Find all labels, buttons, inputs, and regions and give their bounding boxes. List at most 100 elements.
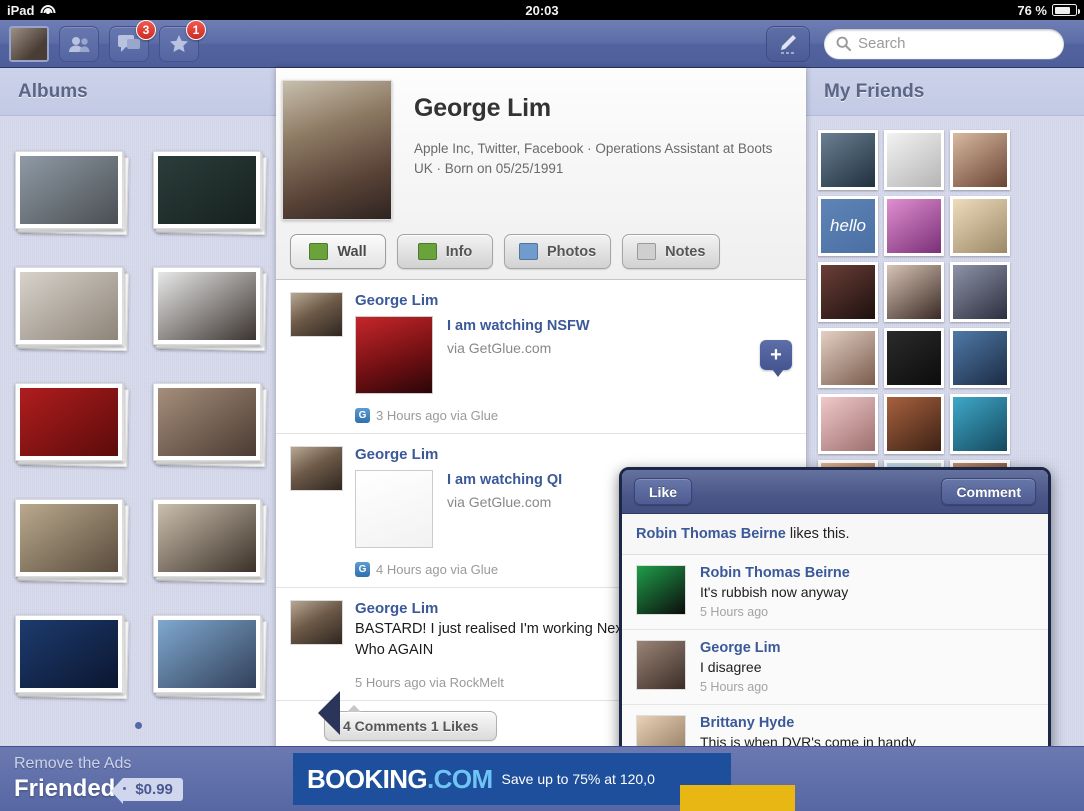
friend-9[interactable] <box>950 262 1010 322</box>
likes-suffix: likes this. <box>785 526 850 542</box>
friend-8[interactable] <box>884 262 944 322</box>
album-thumbnail <box>20 504 118 572</box>
tab-notes[interactable]: Notes <box>622 234 721 269</box>
comment-author[interactable]: Robin Thomas Beirne <box>700 565 850 581</box>
attachment-source: via GetGlue.com <box>447 340 552 356</box>
album-1[interactable] <box>15 151 129 236</box>
album-cell[interactable] <box>0 596 138 712</box>
qi-show-thumbnail[interactable] <box>355 470 433 548</box>
search-input[interactable]: Search <box>824 28 1064 59</box>
album-thumbnail <box>20 388 118 456</box>
album-cell[interactable] <box>138 364 276 480</box>
page-title: George Lim <box>414 94 551 122</box>
album-3[interactable] <box>15 267 129 352</box>
album-2[interactable] <box>153 151 267 236</box>
attachment-title[interactable]: I am watching QI <box>447 472 562 488</box>
friend-thumbnail <box>821 265 875 319</box>
post-avatar[interactable] <box>290 446 343 491</box>
post-attachment[interactable]: I am watching NSFW via GetGlue.com <box>355 316 792 394</box>
tab-wall[interactable]: Wall <box>290 234 386 269</box>
compose-pencil-icon <box>781 34 796 54</box>
comment-body: Robin Thomas Beirne It's rubbish now anyw… <box>686 565 850 619</box>
liker-name[interactable]: Robin Thomas Beirne <box>636 526 786 542</box>
attachment-title[interactable]: I am watching NSFW <box>447 318 590 334</box>
album-9[interactable] <box>15 615 129 700</box>
friend-15[interactable] <box>950 394 1010 454</box>
friend-3[interactable] <box>950 130 1010 190</box>
promo-line: Friended $0.99 <box>14 775 183 804</box>
list-item[interactable]: Robin Thomas Beirne It's rubbish now anyw… <box>622 555 1048 630</box>
speech-bubble-icon <box>309 243 329 260</box>
friend-thumbnail: hello <box>821 199 875 253</box>
tab-label: Info <box>445 243 473 260</box>
post-avatar[interactable] <box>290 600 343 645</box>
star-icon <box>170 35 188 52</box>
album-cell[interactable] <box>138 596 276 712</box>
friend-5[interactable] <box>884 196 944 256</box>
friend-2[interactable] <box>884 130 944 190</box>
album-cell[interactable] <box>0 364 138 480</box>
remove-ads-promo[interactable]: Remove the Ads Friended $0.99 <box>0 755 183 804</box>
album-cell[interactable] <box>0 132 138 248</box>
profile-photo[interactable] <box>282 80 392 220</box>
friend-thumbnail <box>953 199 1007 253</box>
friend-7[interactable] <box>818 262 878 322</box>
albums-pager[interactable] <box>0 722 276 729</box>
album-thumbnail <box>158 272 256 340</box>
album-cell[interactable] <box>138 248 276 364</box>
comment-author[interactable]: George Lim <box>700 640 781 656</box>
list-item[interactable]: George Lim I disagree 5 Hours ago <box>622 630 1048 705</box>
friend-12[interactable] <box>950 328 1010 388</box>
comment-author[interactable]: Brittany Hyde <box>700 715 916 731</box>
post-author[interactable]: George Lim <box>355 446 792 463</box>
friend-14[interactable] <box>884 394 944 454</box>
tab-info[interactable]: Info <box>397 234 493 269</box>
friends-button[interactable] <box>59 25 99 62</box>
status-time: 20:03 <box>525 2 559 18</box>
add-comment-bubble-icon[interactable]: + <box>760 340 792 377</box>
album-10[interactable] <box>153 615 267 700</box>
tab-photos[interactable]: Photos <box>504 234 612 269</box>
album-stack-front <box>153 151 261 229</box>
album-8[interactable] <box>153 499 267 584</box>
friend-1[interactable] <box>818 130 878 190</box>
friend-13[interactable] <box>818 394 878 454</box>
ad-yellow-strip <box>680 785 795 811</box>
commenter-avatar[interactable] <box>636 565 686 615</box>
album-4[interactable] <box>153 267 267 352</box>
comment-button[interactable]: Comment <box>941 478 1036 505</box>
post-body: George Lim I am watching NSFW via GetGlue.… <box>343 292 792 423</box>
post-time-label: 4 Hours ago via Glue <box>376 562 499 577</box>
album-cell[interactable] <box>0 480 138 596</box>
comments-likes-button[interactable]: 4 Comments 1 Likes <box>324 705 498 742</box>
booking-com-ad-banner[interactable]: BOOKING.COM Save up to 75% at 120,0 <box>293 753 731 805</box>
notifications-button[interactable]: 1 <box>159 19 206 62</box>
nsfw-show-thumbnail[interactable] <box>355 316 433 394</box>
friend-4[interactable]: hello <box>818 196 878 256</box>
album-7[interactable] <box>15 499 129 584</box>
post-author[interactable]: George Lim <box>355 292 792 309</box>
album-stack-front <box>153 383 261 461</box>
commenter-avatar[interactable] <box>636 640 686 690</box>
attachment-source: via GetGlue.com <box>447 494 552 510</box>
profile-subtitle: Apple Inc, Twitter, Facebook · Operation… <box>414 141 773 176</box>
friend-10[interactable] <box>818 328 878 388</box>
profile-avatar-button[interactable] <box>9 25 49 62</box>
compose-button[interactable] <box>766 25 810 62</box>
messages-button[interactable]: 3 <box>109 19 156 62</box>
album-thumbnail <box>158 388 256 456</box>
page-indicator-dot[interactable] <box>134 722 142 729</box>
table-row[interactable]: George Lim I am watching NSFW via GetGlue.… <box>276 280 806 434</box>
album-cell[interactable] <box>138 132 276 248</box>
comment-timestamp: 5 Hours ago <box>700 680 769 694</box>
friend-11[interactable] <box>884 328 944 388</box>
friend-6[interactable] <box>950 196 1010 256</box>
like-button[interactable]: Like <box>634 478 693 505</box>
album-cell[interactable] <box>0 248 138 364</box>
album-6[interactable] <box>153 383 267 468</box>
album-cell[interactable] <box>138 480 276 596</box>
album-5[interactable] <box>15 383 129 468</box>
post-avatar[interactable] <box>290 292 343 337</box>
battery-icon <box>1052 4 1080 16</box>
profile-meta: George Lim Apple Inc, Twitter, Facebook … <box>392 80 790 220</box>
